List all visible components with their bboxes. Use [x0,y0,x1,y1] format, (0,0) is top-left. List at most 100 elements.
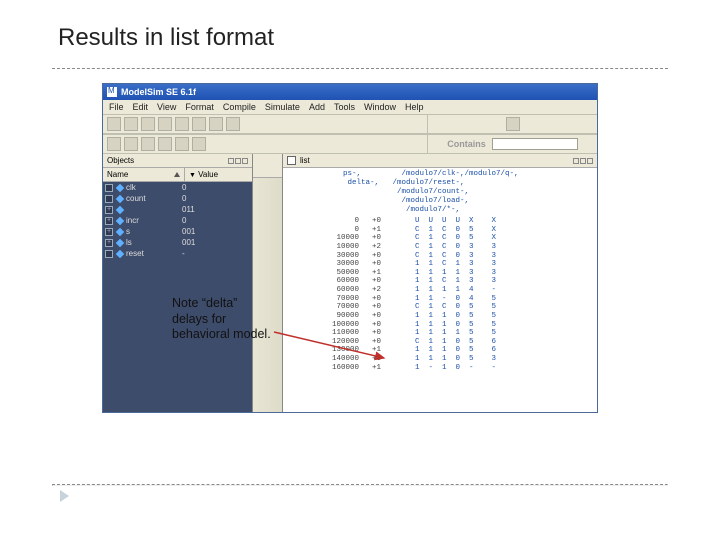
list-row: 130000+11 1 1 0 5 6 [311,346,597,355]
list-row: 60000+21 1 1 1 4 - [311,286,597,295]
toolbar-icon[interactable] [192,117,206,131]
toolbar-icon[interactable] [107,137,121,151]
list-row: 90000+01 1 1 0 5 5 [311,312,597,321]
contains-input[interactable] [492,138,578,150]
toolbar-icon[interactable] [209,117,223,131]
signal-diamond-icon [116,238,124,246]
list-row: 30000+01 1 C 1 3 3 [311,260,597,269]
toolbar-icon[interactable] [107,117,121,131]
list-row: 110000+01 1 1 1 5 5 [311,329,597,338]
toolbar-row-2: Contains [103,134,597,154]
menu-format[interactable]: Format [185,102,214,112]
menu-window[interactable]: Window [364,102,396,112]
signal-row[interactable]: count0 [103,193,252,204]
objects-panel: Objects Name ▼ Value clk0count0+011+incr… [103,154,253,412]
window-title: ModelSim SE 6.1f [121,87,196,97]
column-value-header[interactable]: Value [198,170,218,179]
contains-label: Contains [447,139,486,149]
list-row: 70000+0C 1 C 0 5 5 [311,303,597,312]
signal-value: 0 [182,216,186,225]
list-panel-title: list [300,156,310,165]
signal-diamond-icon [116,227,124,235]
toolbar-row-1 [103,114,597,134]
signal-value: 001 [182,227,195,236]
signal-row[interactable]: reset- [103,248,252,259]
panel-controls[interactable] [573,158,593,164]
toolbar-icon[interactable] [158,137,172,151]
menu-add[interactable]: Add [309,102,325,112]
signal-diamond-icon [116,216,124,224]
signal-name: s [126,227,182,236]
signal-row[interactable]: +011 [103,204,252,215]
toolbar-icon[interactable] [124,117,138,131]
modelsim-window: ModelSim SE 6.1f File Edit View Format C… [102,83,598,413]
list-row: 50000+11 1 1 1 3 3 [311,269,597,278]
signal-diamond-icon [116,194,124,202]
titlebar: ModelSim SE 6.1f [103,84,597,100]
list-row: 0+1C 1 C 0 5 X [311,226,597,235]
list-row: 70000+01 1 - 0 4 5 [311,295,597,304]
list-row: 0+0U U U U X X [311,217,597,226]
objects-panel-title: Objects [107,156,134,165]
list-row: 30000+0C 1 C 0 3 3 [311,252,597,261]
signal-diamond-icon [116,183,124,191]
list-row: 10000+2C 1 C 0 3 3 [311,243,597,252]
bullet-marker-icon [60,490,69,502]
list-row: 140000+31 1 1 0 5 3 [311,355,597,364]
slide-title: Results in list format [58,24,668,52]
menu-file[interactable]: File [109,102,124,112]
signal-name: count [126,194,182,203]
toolbar-icon[interactable] [124,137,138,151]
signal-row[interactable]: + ls001 [103,237,252,248]
list-row: 60000+01 1 C 1 3 3 [311,277,597,286]
signal-value: 0 [182,183,186,192]
menubar: File Edit View Format Compile Simulate A… [103,100,597,114]
signal-diamond-icon [116,249,124,257]
list-column-headers: ps-, /modulo7/clk-,/modulo7/q-, delta-, … [283,168,597,217]
signal-value: - [182,249,185,258]
signal-name: ls [126,238,182,247]
signal-row[interactable]: + s001 [103,226,252,237]
delta-annotation: Note “delta” delays for behavioral model… [172,296,274,343]
signal-value: 001 [182,238,195,247]
column-name-header[interactable]: Name [107,170,128,179]
sort-asc-icon [174,172,180,177]
toolbar-icon[interactable] [226,117,240,131]
toolbar-icon[interactable] [158,117,172,131]
list-panel: list ps-, /modulo7/clk-,/modulo7/q-, del… [283,154,597,412]
list-row: 120000+0C 1 1 0 5 6 [311,338,597,347]
expand-icon[interactable]: + [105,217,113,225]
expand-icon[interactable]: + [105,206,113,214]
expand-icon[interactable]: + [105,239,113,247]
signal-name: clk [126,183,182,192]
signal-value: 0 [182,194,186,203]
signal-row[interactable]: clk0 [103,182,252,193]
toolbar-icon[interactable] [175,137,189,151]
toolbar-icon[interactable] [141,117,155,131]
list-row: 160000+11 - 1 0 - - [311,364,597,373]
signal-row[interactable]: +incr0 [103,215,252,226]
menu-help[interactable]: Help [405,102,424,112]
list-row: 10000+0C 1 C 0 5 X [311,234,597,243]
toolbar-icon[interactable] [141,137,155,151]
menu-simulate[interactable]: Simulate [265,102,300,112]
signal-diamond-icon [116,205,124,213]
signal-value: 011 [182,205,195,214]
divider-bottom [52,484,668,486]
toolbar-icon[interactable] [192,137,206,151]
leaf-icon [105,250,113,258]
app-logo-icon [107,87,117,97]
menu-view[interactable]: View [157,102,176,112]
menu-edit[interactable]: Edit [133,102,149,112]
expand-icon[interactable]: + [105,228,113,236]
signal-name: reset [126,249,182,258]
help-icon[interactable] [506,117,520,131]
list-data-rows: 0+0U U U U X X0+1C 1 C 0 5 X10000+0C 1 C… [283,217,597,372]
sheet-icon [287,156,296,165]
menu-tools[interactable]: Tools [334,102,355,112]
leaf-icon [105,195,113,203]
menu-compile[interactable]: Compile [223,102,256,112]
toolbar-help-area [427,115,597,134]
panel-controls[interactable] [228,158,248,164]
toolbar-icon[interactable] [175,117,189,131]
